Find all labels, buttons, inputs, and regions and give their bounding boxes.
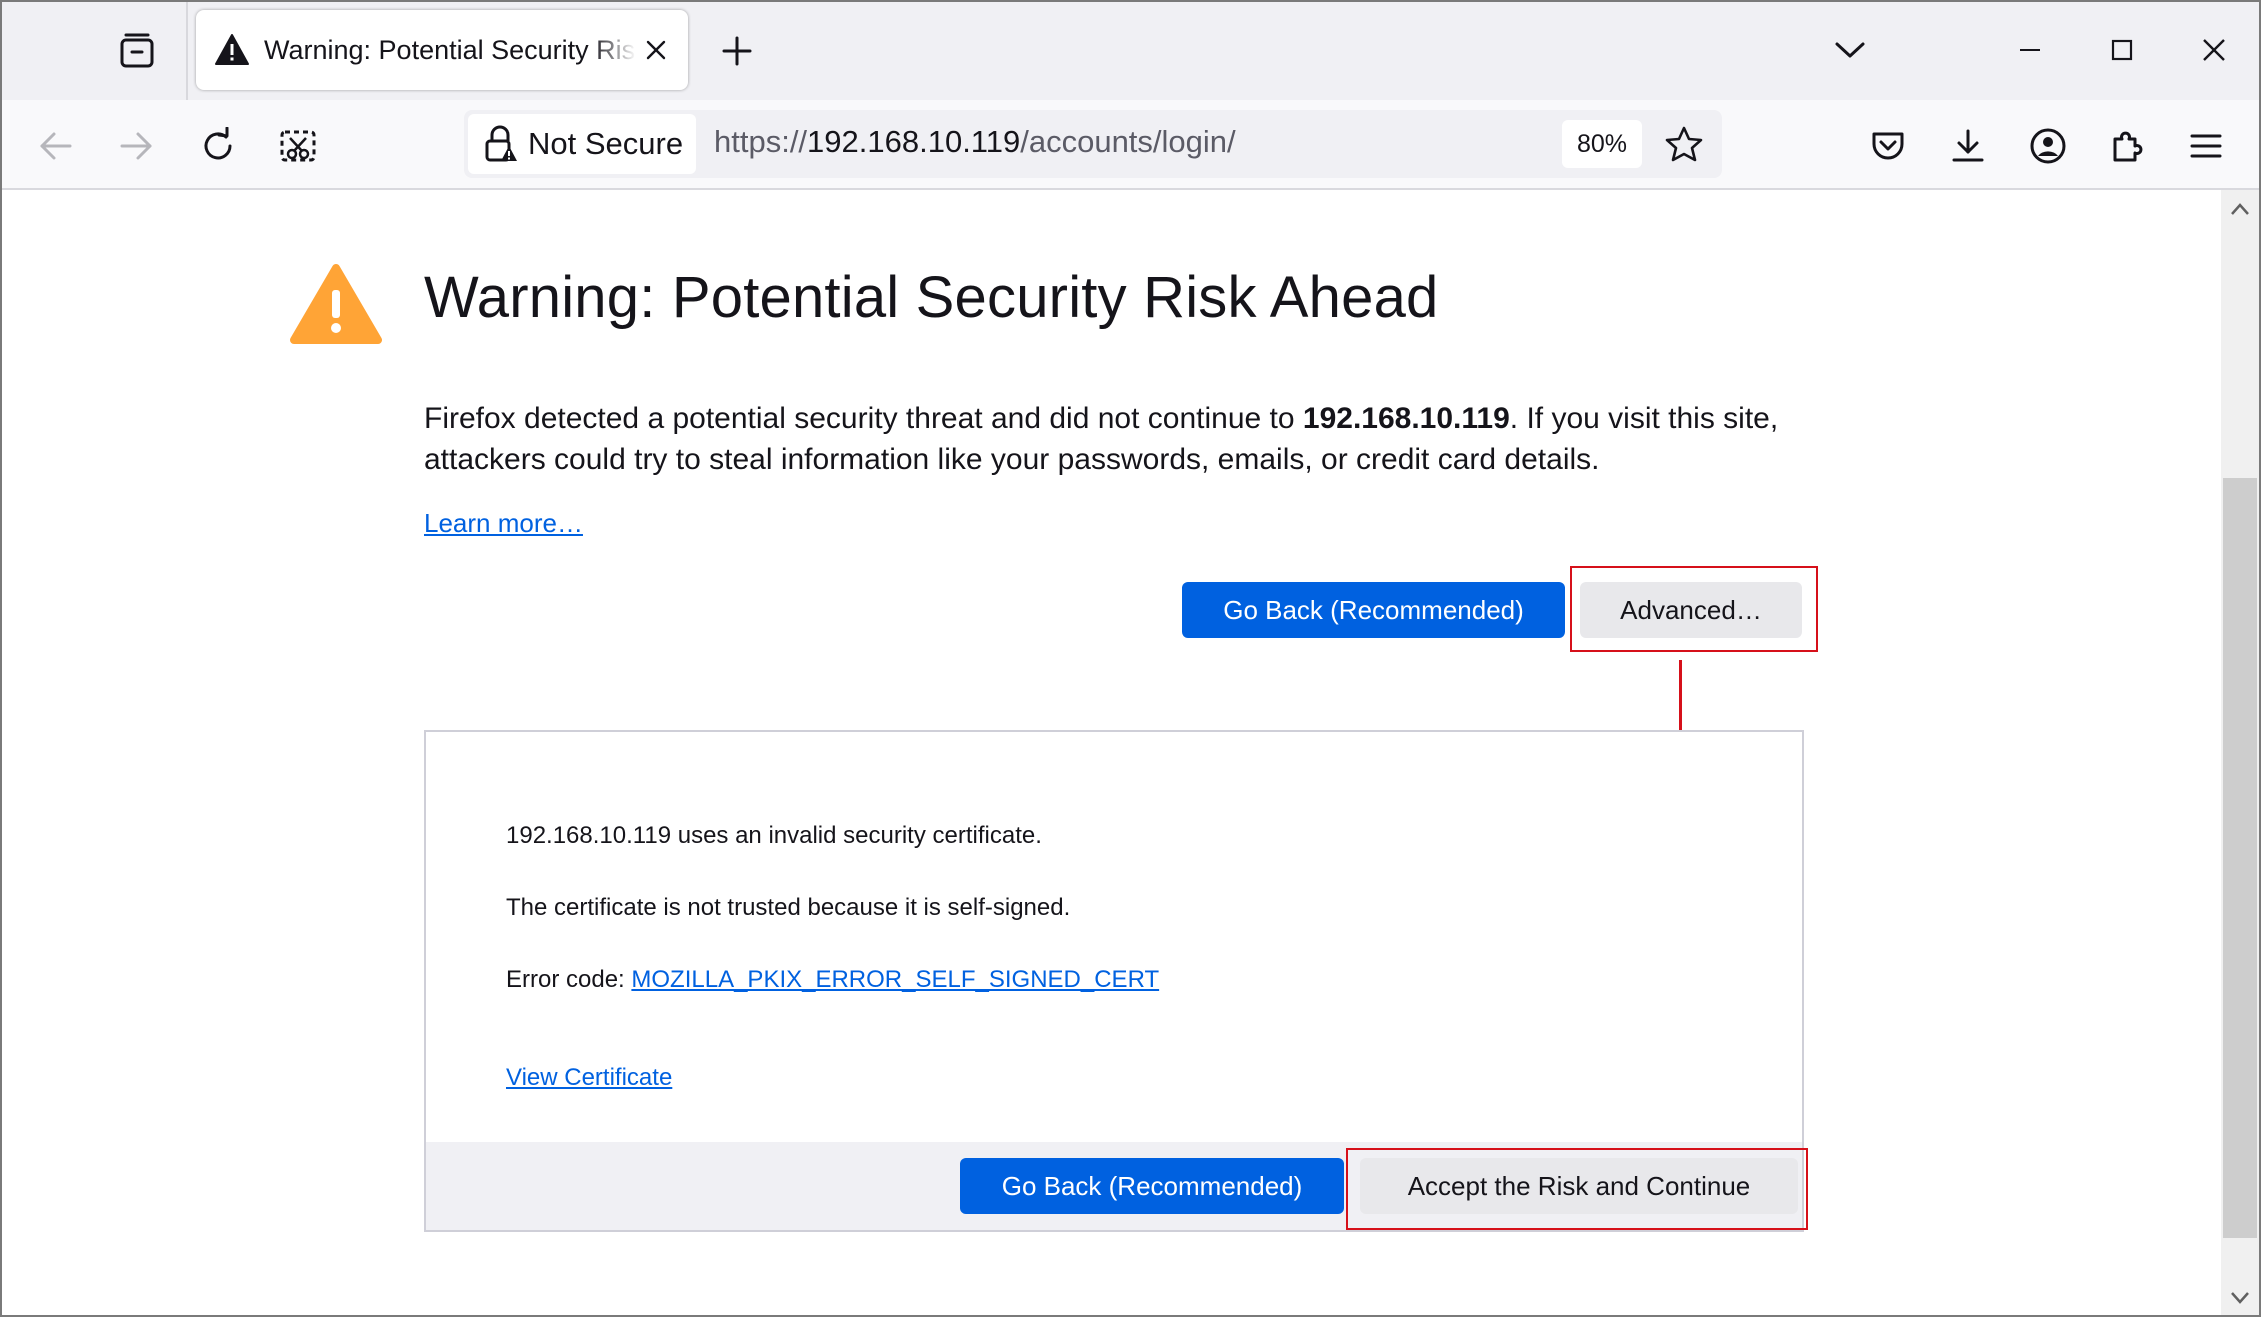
- url-bar[interactable]: Not Secure https://192.168.10.119/accoun…: [464, 110, 1722, 178]
- minimize-button[interactable]: [2000, 20, 2060, 80]
- self-signed-text: The certificate is not trusted because i…: [506, 894, 1071, 921]
- extensions-button[interactable]: [2100, 118, 2156, 174]
- learn-more-link[interactable]: Learn more…: [424, 508, 583, 539]
- back-button[interactable]: [28, 118, 84, 174]
- account-icon: [2030, 128, 2066, 164]
- warning-icon: [215, 34, 249, 65]
- active-tab[interactable]: Warning: Potential Security Risk Ahead: [196, 10, 688, 90]
- close-icon: [2203, 39, 2225, 61]
- page-title: Warning: Potential Security Risk Ahead: [424, 265, 1439, 330]
- star-icon: [1665, 126, 1703, 162]
- pocket-button[interactable]: [1860, 118, 1916, 174]
- view-certificate-link[interactable]: View Certificate: [506, 1064, 672, 1092]
- scroll-down-button[interactable]: [2221, 1279, 2259, 1315]
- menu-button[interactable]: [2178, 118, 2234, 174]
- list-all-tabs-button[interactable]: [1820, 20, 1880, 80]
- target-host: 192.168.10.119: [1302, 402, 1510, 435]
- chevron-down-icon: [1835, 42, 1865, 58]
- error-code-line: Error code: MOZILLA_PKIX_ERROR_SELF_SIGN…: [506, 966, 1160, 993]
- vertical-scrollbar[interactable]: [2221, 190, 2259, 1315]
- zoom-indicator[interactable]: 80%: [1562, 120, 1642, 168]
- warning-icon: [290, 264, 382, 344]
- annotation-highlight-advanced: [1570, 566, 1818, 652]
- scroll-up-button[interactable]: [2221, 190, 2259, 228]
- browser-window: Warning: Potential Security Risk Ahead: [0, 0, 2261, 1317]
- reload-icon: [204, 127, 232, 160]
- not-secure-label: Not Secure: [528, 126, 684, 161]
- tab-list-button[interactable]: [110, 26, 164, 76]
- error-description: Firefox detected a potential security th…: [424, 402, 1779, 476]
- navigation-bar: Not Secure https://192.168.10.119/accoun…: [2, 100, 2259, 190]
- forward-button[interactable]: [108, 118, 164, 174]
- close-icon: [646, 40, 666, 60]
- plus-icon: [722, 36, 752, 66]
- chevron-down-icon: [2231, 1292, 2249, 1304]
- forward-arrow-icon: [120, 132, 152, 160]
- downloads-button[interactable]: [1940, 118, 1996, 174]
- close-window-button[interactable]: [2184, 20, 2244, 80]
- annotation-highlight-accept: [1346, 1148, 1808, 1230]
- download-icon: [1952, 129, 1984, 162]
- chevron-up-icon: [2231, 203, 2249, 215]
- minimize-icon: [2020, 49, 2040, 51]
- tab-close-button[interactable]: [640, 34, 672, 66]
- url-text[interactable]: https://192.168.10.119/accounts/login/: [714, 124, 1236, 160]
- scrollbar-thumb[interactable]: [2223, 478, 2257, 1238]
- error-page: Warning: Potential Security Risk Ahead F…: [2, 192, 2223, 1315]
- tab-title: Warning: Potential Security Risk Ahead: [264, 34, 636, 65]
- screenshot-icon: [280, 130, 316, 162]
- new-tab-button[interactable]: [712, 26, 762, 76]
- hamburger-menu-icon: [2190, 134, 2222, 158]
- pocket-icon: [1872, 132, 1904, 160]
- tab-strip: Warning: Potential Security Risk Ahead: [2, 2, 2259, 100]
- go-back-button-advanced[interactable]: Go Back (Recommended): [960, 1158, 1344, 1214]
- lock-warning-icon: [485, 125, 517, 162]
- bookmark-button[interactable]: [1658, 118, 1710, 170]
- tab-strip-separator: [186, 2, 188, 100]
- url-scheme: https://: [714, 124, 808, 159]
- maximize-button[interactable]: [2092, 20, 2152, 80]
- go-back-button[interactable]: Go Back (Recommended): [1182, 582, 1565, 638]
- maximize-icon: [2111, 39, 2133, 61]
- account-button[interactable]: [2020, 118, 2076, 174]
- invalid-cert-text: 192.168.10.119 uses an invalid security …: [506, 822, 1042, 849]
- error-code-link[interactable]: MOZILLA_PKIX_ERROR_SELF_SIGNED_CERT: [631, 966, 1159, 993]
- tab-list-icon: [120, 33, 154, 68]
- site-identity-button[interactable]: Not Secure: [468, 114, 696, 174]
- extensions-icon: [2113, 131, 2143, 162]
- url-host: 192.168.10.119: [807, 124, 1021, 159]
- reload-button[interactable]: [190, 118, 246, 174]
- back-arrow-icon: [40, 132, 72, 160]
- screenshot-button[interactable]: [270, 118, 326, 174]
- url-path: /accounts/login/: [1020, 124, 1236, 159]
